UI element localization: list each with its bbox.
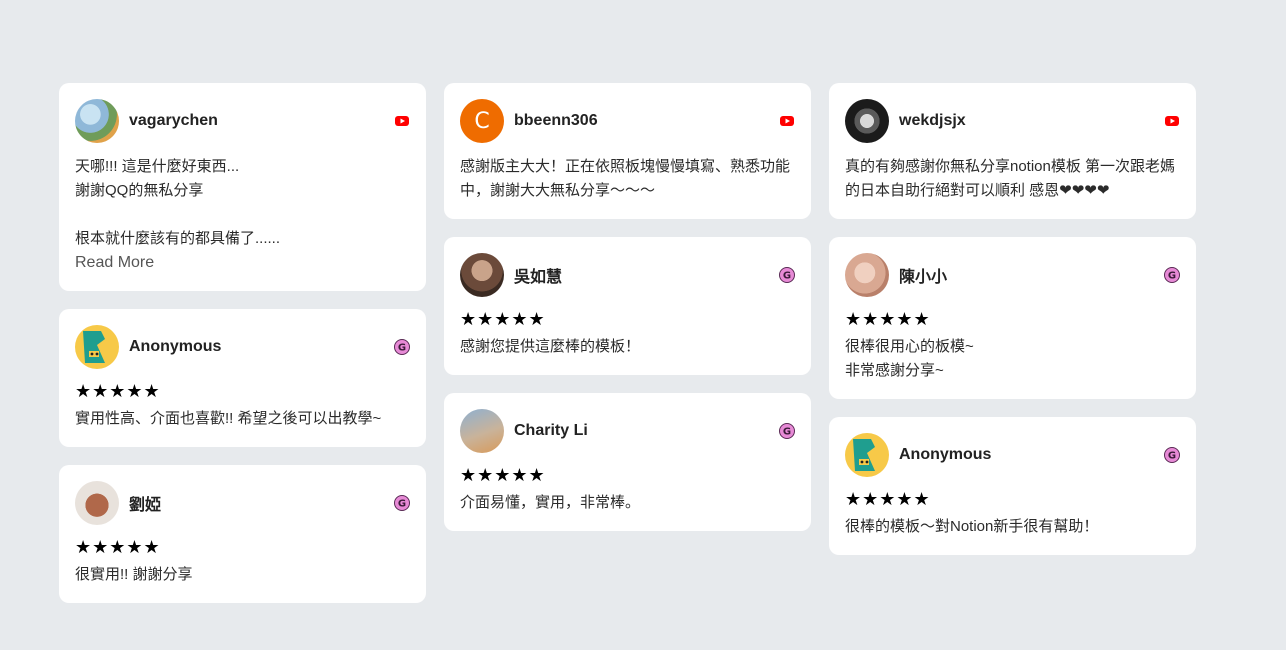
review-text: 真的有夠感謝你無私分享notion模板 第一次跟老媽的日本自助行絕對可以順利 感… xyxy=(845,158,1176,199)
review-text: 介面易懂，實用，非常棒。 xyxy=(460,494,641,511)
reviews-column-3: wekdjsjx 真的有夠感謝你無私分享notion模板 第一次跟老媽的日本自助… xyxy=(829,83,1196,573)
review-text: 很實用!! 謝謝分享 xyxy=(75,566,193,583)
google-icon[interactable]: G xyxy=(1164,267,1180,283)
youtube-icon[interactable] xyxy=(1164,113,1180,129)
reviewer-name: Anonymous xyxy=(129,338,222,355)
youtube-icon[interactable] xyxy=(394,113,410,129)
avatar xyxy=(75,325,119,369)
review-card: 劉婭 G ★★★★★ 很實用!! 謝謝分享 xyxy=(59,465,426,603)
avatar xyxy=(845,433,889,477)
review-card: 陳小小 G ★★★★★ 很棒很用心的板模~ 非常感謝分享~ xyxy=(829,237,1196,399)
review-card: Anonymous G ★★★★★ 很棒的模板～對Notion新手很有幫助！ xyxy=(829,417,1196,555)
read-more-link[interactable]: Read More xyxy=(75,251,410,275)
review-text: 感謝您提供這麼棒的模板！ xyxy=(460,338,641,355)
review-card: C bbeenn306 感謝版主大大！正在依照板塊慢慢填寫、熟悉功能中，謝謝大大… xyxy=(444,83,811,219)
svg-text:G: G xyxy=(783,427,791,438)
google-icon[interactable]: G xyxy=(394,339,410,355)
star-rating: ★★★★★ xyxy=(75,381,161,401)
reviewer-name: Charity Li xyxy=(514,422,588,439)
star-rating: ★★★★★ xyxy=(460,309,546,329)
youtube-icon[interactable] xyxy=(779,113,795,129)
review-card: 吳如慧 G ★★★★★ 感謝您提供這麼棒的模板！ xyxy=(444,237,811,375)
reviewer-name: 吳如慧 xyxy=(514,269,563,286)
reviewer-name: wekdjsjx xyxy=(899,112,966,129)
review-card: Charity Li G ★★★★★ 介面易懂，實用，非常棒。 xyxy=(444,393,811,531)
avatar xyxy=(460,253,504,297)
google-icon[interactable]: G xyxy=(1164,447,1180,463)
google-icon[interactable]: G xyxy=(779,267,795,283)
google-icon[interactable]: G xyxy=(779,423,795,439)
anonymous-avatar-icon xyxy=(853,439,875,471)
reviews-column-1: vagarychen 天哪!!! 這是什麼好東西... 謝謝QQ的無私分享 根本… xyxy=(59,83,426,621)
review-text: 很棒的模板～對Notion新手很有幫助！ xyxy=(845,518,1099,535)
avatar: C xyxy=(460,99,504,143)
review-text: 實用性高、介面也喜歡!! 希望之後可以出教學~ xyxy=(75,410,382,427)
svg-text:G: G xyxy=(1168,451,1176,462)
avatar xyxy=(845,99,889,143)
svg-text:G: G xyxy=(1168,271,1176,282)
review-text: 感謝版主大大！正在依照板塊慢慢填寫、熟悉功能中，謝謝大大無私分享～～～ xyxy=(460,158,791,199)
review-card: vagarychen 天哪!!! 這是什麼好東西... 謝謝QQ的無私分享 根本… xyxy=(59,83,426,291)
avatar xyxy=(75,481,119,525)
avatar xyxy=(845,253,889,297)
star-rating: ★★★★★ xyxy=(845,309,931,329)
review-card: Anonymous G ★★★★★ 實用性高、介面也喜歡!! 希望之後可以出教學… xyxy=(59,309,426,447)
star-rating: ★★★★★ xyxy=(75,537,161,557)
google-icon[interactable]: G xyxy=(394,495,410,511)
reviewer-name: vagarychen xyxy=(129,112,218,129)
svg-text:G: G xyxy=(398,499,406,510)
anonymous-avatar-icon xyxy=(83,331,105,363)
reviewer-name: Anonymous xyxy=(899,446,992,463)
reviewer-name: 劉婭 xyxy=(129,497,162,514)
reviewer-name: 陳小小 xyxy=(899,269,948,286)
svg-text:G: G xyxy=(783,271,791,282)
review-text: 天哪!!! 這是什麼好東西... 謝謝QQ的無私分享 根本就什麼該有的都具備了.… xyxy=(75,158,281,247)
avatar xyxy=(460,409,504,453)
reviewer-name: bbeenn306 xyxy=(514,112,598,129)
avatar xyxy=(75,99,119,143)
review-card: wekdjsjx 真的有夠感謝你無私分享notion模板 第一次跟老媽的日本自助… xyxy=(829,83,1196,219)
star-rating: ★★★★★ xyxy=(460,465,546,485)
star-rating: ★★★★★ xyxy=(845,489,931,509)
svg-text:G: G xyxy=(398,343,406,354)
reviews-column-2: C bbeenn306 感謝版主大大！正在依照板塊慢慢填寫、熟悉功能中，謝謝大大… xyxy=(444,83,811,549)
review-text: 很棒很用心的板模~ 非常感謝分享~ xyxy=(845,338,974,379)
